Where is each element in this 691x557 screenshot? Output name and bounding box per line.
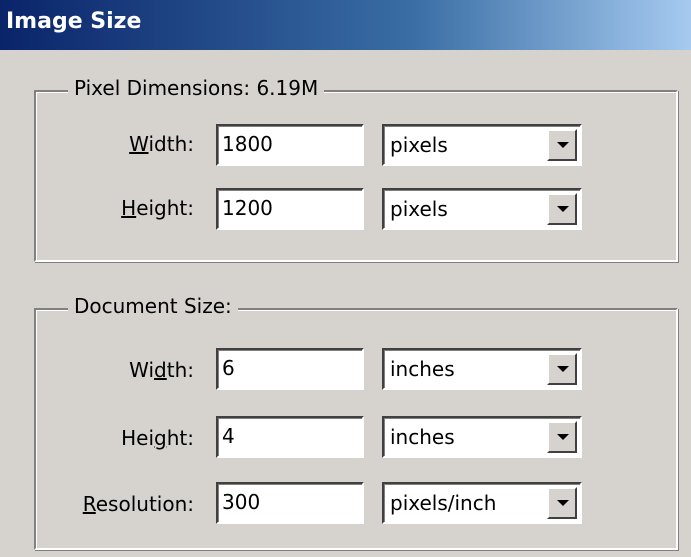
chevron-down-icon: [557, 500, 569, 506]
doc-width-label: Width:: [129, 358, 194, 382]
resolution-unit-select[interactable]: pixels/inch: [382, 482, 582, 524]
doc-height-label: Height:: [121, 426, 194, 450]
pixel-height-unit-select[interactable]: pixels: [382, 188, 582, 230]
pixel-dimensions-frame: [34, 90, 678, 262]
pixel-height-label: Height:: [121, 196, 194, 220]
resolution-unit-value: pixels/inch: [390, 491, 497, 515]
doc-height-unit-dropdown-button[interactable]: [547, 421, 577, 453]
doc-width-input[interactable]: 6: [216, 348, 364, 390]
pixel-height-input[interactable]: 1200: [216, 188, 364, 230]
doc-height-input[interactable]: 4: [216, 416, 364, 458]
doc-width-unit-select[interactable]: inches: [382, 348, 582, 390]
doc-width-unit-dropdown-button[interactable]: [547, 353, 577, 385]
resolution-unit-dropdown-button[interactable]: [547, 487, 577, 519]
window-title: Image Size: [6, 9, 142, 34]
chevron-down-icon: [557, 206, 569, 212]
chevron-down-icon: [557, 366, 569, 372]
doc-height-unit-select[interactable]: inches: [382, 416, 582, 458]
pixel-width-input[interactable]: 1800: [216, 124, 364, 166]
pixel-height-unit-value: pixels: [390, 197, 448, 221]
pixel-width-label: Width:: [129, 132, 194, 156]
resolution-label: Resolution:: [82, 492, 194, 516]
pixel-width-unit-select[interactable]: pixels: [382, 124, 582, 166]
doc-width-unit-value: inches: [390, 357, 455, 381]
document-size-legend: Document Size:: [68, 294, 238, 318]
pixel-dimensions-legend: Pixel Dimensions: 6.19M: [68, 76, 325, 100]
pixel-width-unit-value: pixels: [390, 133, 448, 157]
chevron-down-icon: [557, 434, 569, 440]
doc-height-unit-value: inches: [390, 425, 455, 449]
title-bar[interactable]: Image Size: [0, 0, 691, 50]
dialog-body: Pixel Dimensions: 6.19M Width: 1800 pixe…: [0, 50, 691, 557]
pixel-height-unit-dropdown-button[interactable]: [547, 193, 577, 225]
chevron-down-icon: [557, 142, 569, 148]
document-size-group: Document Size: Width: 6 inches Height: 4…: [34, 294, 678, 550]
resolution-input[interactable]: 300: [216, 482, 364, 524]
pixel-width-unit-dropdown-button[interactable]: [547, 129, 577, 161]
pixel-dimensions-group: Pixel Dimensions: 6.19M Width: 1800 pixe…: [34, 76, 678, 262]
